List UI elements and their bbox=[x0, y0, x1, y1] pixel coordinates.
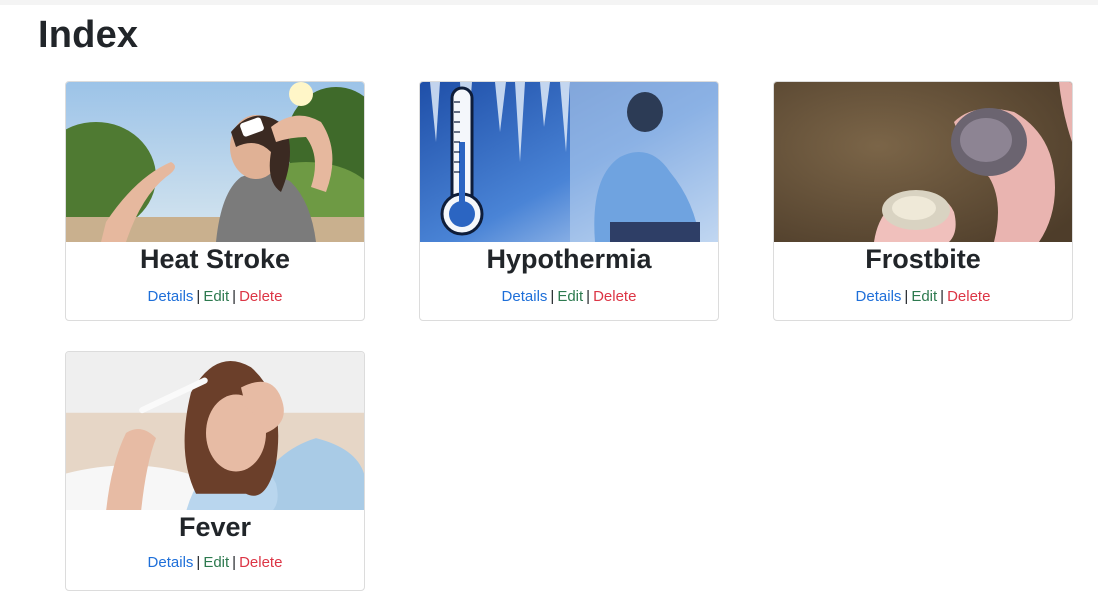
edit-link[interactable]: Edit bbox=[557, 288, 583, 305]
page-title: Index bbox=[38, 14, 139, 56]
separator: | bbox=[196, 288, 201, 305]
condition-card-hypothermia: Hypothermia Details | Edit | Delete bbox=[419, 81, 719, 321]
hypothermia-image bbox=[420, 82, 718, 242]
details-link[interactable]: Details bbox=[148, 554, 194, 571]
card-title: Hypothermia bbox=[486, 244, 652, 274]
delete-link[interactable]: Delete bbox=[593, 288, 636, 305]
separator: | bbox=[940, 288, 945, 305]
delete-link[interactable]: Delete bbox=[239, 288, 282, 305]
fever-image bbox=[66, 352, 364, 510]
card-actions: Details | Edit | Delete bbox=[66, 288, 364, 305]
separator: | bbox=[232, 288, 237, 305]
condition-card-heat-stroke: Heat Stroke Details | Edit | Delete bbox=[65, 81, 365, 321]
separator: | bbox=[196, 554, 201, 571]
condition-card-fever: Fever Details | Edit | Delete bbox=[65, 351, 365, 591]
details-link[interactable]: Details bbox=[148, 288, 194, 305]
card-title: Fever bbox=[178, 512, 252, 542]
separator: | bbox=[904, 288, 909, 305]
card-title: Frostbite bbox=[865, 244, 981, 274]
edit-link[interactable]: Edit bbox=[911, 288, 937, 305]
frostbite-image bbox=[774, 82, 1072, 242]
details-link[interactable]: Details bbox=[856, 288, 902, 305]
separator: | bbox=[550, 288, 555, 305]
card-title: Heat Stroke bbox=[139, 244, 291, 274]
delete-link[interactable]: Delete bbox=[239, 554, 282, 571]
top-border bbox=[0, 0, 1098, 5]
edit-link[interactable]: Edit bbox=[203, 554, 229, 571]
card-actions: Details | Edit | Delete bbox=[66, 554, 364, 571]
separator: | bbox=[232, 554, 237, 571]
heat-stroke-image bbox=[66, 82, 364, 242]
edit-link[interactable]: Edit bbox=[203, 288, 229, 305]
card-actions: Details | Edit | Delete bbox=[774, 288, 1072, 305]
delete-link[interactable]: Delete bbox=[947, 288, 990, 305]
details-link[interactable]: Details bbox=[502, 288, 548, 305]
condition-card-frostbite: Frostbite Details | Edit | Delete bbox=[773, 81, 1073, 321]
separator: | bbox=[586, 288, 591, 305]
card-actions: Details | Edit | Delete bbox=[420, 288, 718, 305]
